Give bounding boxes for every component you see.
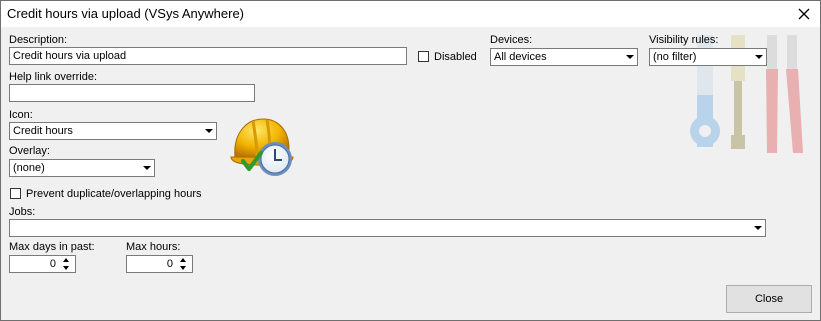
help-link-input[interactable]: [9, 84, 255, 102]
devices-dropdown[interactable]: All devices: [490, 48, 638, 66]
spin-down-icon[interactable]: [178, 265, 190, 272]
description-label: Description:: [9, 34, 68, 46]
prevent-duplicate-checkbox[interactable]: [10, 188, 21, 199]
chevron-down-icon: [755, 55, 763, 59]
disabled-checkbox[interactable]: [418, 51, 429, 62]
hardhat-clock-icon: [230, 118, 294, 176]
max-days-value: 0: [49, 258, 56, 270]
visibility-rules-value: (no filter): [653, 51, 697, 63]
visibility-rules-dropdown[interactable]: (no filter): [649, 48, 767, 66]
devices-value: All devices: [494, 51, 547, 63]
chevron-down-icon: [143, 166, 151, 170]
overlay-value: (none): [13, 162, 45, 174]
visibility-rules-label: Visibility rules:: [649, 34, 719, 46]
max-hours-label: Max hours:: [126, 241, 181, 253]
chevron-down-icon: [754, 226, 762, 230]
icon-dropdown[interactable]: Credit hours: [9, 122, 217, 140]
dialog-content: Description: Disabled Devices: All devic…: [1, 27, 820, 320]
icon-value: Credit hours: [13, 125, 73, 137]
spin-up-icon[interactable]: [178, 257, 190, 264]
help-link-label: Help link override:: [9, 71, 98, 83]
chevron-down-icon: [626, 55, 634, 59]
disabled-label: Disabled: [434, 51, 477, 63]
prevent-duplicate-label: Prevent duplicate/overlapping hours: [26, 188, 202, 200]
spin-down-icon[interactable]: [61, 265, 73, 272]
max-days-stepper[interactable]: 0: [9, 255, 76, 273]
description-input[interactable]: [9, 47, 407, 65]
max-hours-value: 0: [166, 258, 173, 270]
max-hours-stepper[interactable]: 0: [126, 255, 193, 273]
devices-label: Devices:: [490, 34, 533, 46]
icon-label: Icon:: [9, 109, 33, 121]
chevron-down-icon: [205, 129, 213, 133]
overlay-label: Overlay:: [9, 145, 50, 157]
overlay-dropdown[interactable]: (none): [9, 159, 155, 177]
jobs-label: Jobs:: [9, 206, 36, 218]
close-button[interactable]: Close: [726, 285, 812, 313]
max-days-label: Max days in past:: [9, 241, 95, 253]
jobs-dropdown[interactable]: [9, 219, 766, 237]
window-title: Credit hours via upload (VSys Anywhere): [7, 6, 245, 21]
dialog-window: Credit hours via upload (VSys Anywhere) …: [0, 0, 821, 321]
spin-up-icon[interactable]: [61, 257, 73, 264]
